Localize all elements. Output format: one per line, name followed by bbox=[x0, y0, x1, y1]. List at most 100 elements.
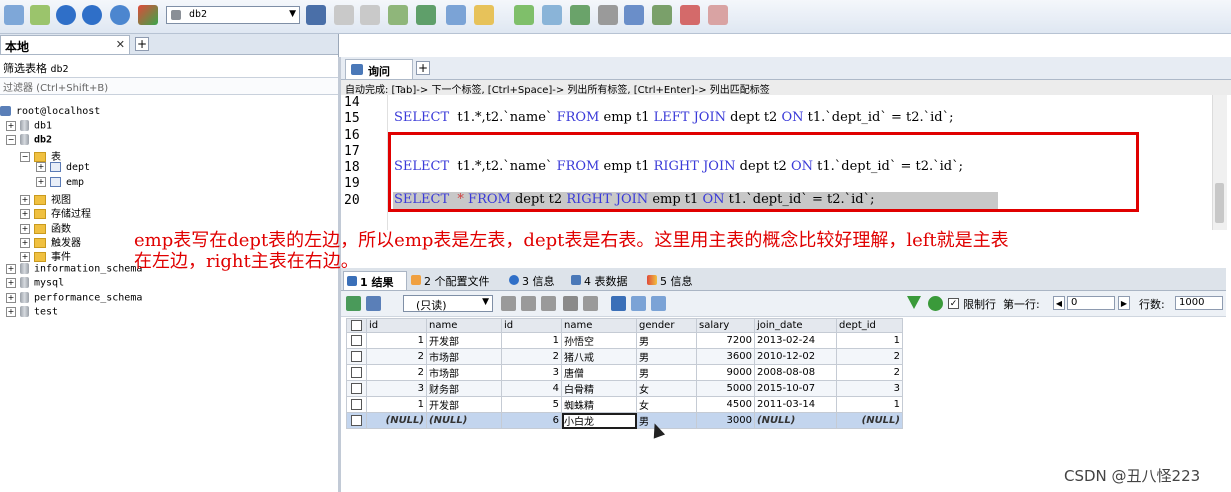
export-icon[interactable] bbox=[416, 5, 436, 25]
grid-cell[interactable]: 1 bbox=[501, 332, 562, 349]
disconnect-icon[interactable] bbox=[30, 5, 50, 25]
column-header-name[interactable]: name bbox=[561, 318, 637, 333]
grid-cell[interactable]: 2 bbox=[836, 348, 903, 365]
column-header-salary[interactable]: salary bbox=[696, 318, 755, 333]
filter-icon[interactable] bbox=[907, 296, 921, 309]
grid-cell[interactable]: 男 bbox=[636, 412, 697, 429]
grid-cell[interactable]: 4 bbox=[501, 380, 562, 397]
grid-cell[interactable]: 2008-08-08 bbox=[754, 364, 837, 381]
database-select[interactable]: db2 ▼ bbox=[166, 6, 300, 24]
grid-cell[interactable]: 2015-10-07 bbox=[754, 380, 837, 397]
expand-icon[interactable]: + bbox=[6, 120, 16, 131]
prev-page-button[interactable]: ◀ bbox=[1053, 296, 1065, 310]
grid-cell[interactable]: 猪八戒 bbox=[561, 348, 637, 365]
grid-cell[interactable]: 1 bbox=[366, 332, 427, 349]
tree-item-6[interactable]: + 视图 bbox=[20, 191, 71, 206]
next-page-button[interactable]: ▶ bbox=[1118, 296, 1130, 310]
cancel-icon[interactable] bbox=[583, 296, 598, 311]
grid-cell[interactable]: (NULL) bbox=[836, 412, 903, 429]
row-checkbox[interactable] bbox=[346, 364, 367, 381]
expand-icon[interactable]: + bbox=[6, 306, 16, 317]
tree-item-4[interactable]: + dept bbox=[36, 162, 90, 176]
scrollbar-thumb[interactable] bbox=[1215, 183, 1224, 223]
tab-local[interactable]: 本地 ✕ bbox=[0, 35, 130, 54]
table-row[interactable]: 1 开发部 1 孙悟空男 7200 2013-02-24 1 bbox=[346, 332, 903, 349]
tree-item-10[interactable]: + 事件 bbox=[20, 248, 71, 263]
expand-icon[interactable]: + bbox=[6, 263, 16, 274]
grid-cell[interactable]: 市场部 bbox=[426, 364, 502, 381]
column-header-id[interactable]: id bbox=[366, 318, 427, 333]
grid-cell[interactable]: 财务部 bbox=[426, 380, 502, 397]
grid-cell[interactable]: 孙悟空 bbox=[561, 332, 637, 349]
expand-icon[interactable]: + bbox=[20, 252, 30, 262]
tab-table-data[interactable]: 4 表数据 bbox=[571, 271, 628, 289]
row-checkbox[interactable] bbox=[346, 348, 367, 365]
table-row[interactable]: 2 市场部 3 唐僧男 9000 2008-08-08 2 bbox=[346, 364, 903, 381]
user-icon[interactable] bbox=[306, 5, 326, 25]
column-header-name[interactable]: name bbox=[426, 318, 502, 333]
sync-icon[interactable] bbox=[514, 5, 534, 25]
grid-view-icon[interactable] bbox=[611, 296, 626, 311]
add-query-tab-button[interactable]: + bbox=[416, 61, 430, 75]
tree-item-11[interactable]: + information_schema bbox=[6, 263, 142, 277]
tree-item-5[interactable]: + emp bbox=[36, 177, 84, 191]
grid-cell[interactable]: 2013-02-24 bbox=[754, 332, 837, 349]
grid-cell[interactable]: 3 bbox=[836, 380, 903, 397]
collapse-icon[interactable]: − bbox=[20, 152, 30, 162]
grid-cell[interactable]: 2011-03-14 bbox=[754, 396, 837, 413]
add-row-icon[interactable] bbox=[346, 296, 361, 311]
grid-cell[interactable]: 女 bbox=[636, 380, 697, 397]
column-header-id[interactable]: id bbox=[501, 318, 562, 333]
column-header-join_date[interactable]: join_date bbox=[754, 318, 837, 333]
row-checkbox[interactable] bbox=[346, 412, 367, 429]
restore-icon[interactable] bbox=[360, 5, 380, 25]
grid-cell[interactable]: 2 bbox=[366, 364, 427, 381]
grid-cell[interactable]: 唐僧 bbox=[561, 364, 637, 381]
form-view-icon[interactable] bbox=[631, 296, 646, 311]
grid-cell[interactable]: 1 bbox=[366, 396, 427, 413]
grid-cell[interactable]: 2 bbox=[836, 364, 903, 381]
editor-scrollbar[interactable] bbox=[1212, 95, 1227, 230]
grid-cell[interactable]: 3000 bbox=[696, 412, 755, 429]
grid-cell[interactable]: 男 bbox=[636, 364, 697, 381]
grid-cell[interactable]: 9000 bbox=[696, 364, 755, 381]
grid-cell[interactable]: 蜘蛛精 bbox=[561, 396, 637, 413]
rows-input[interactable]: 1000 bbox=[1175, 296, 1223, 310]
save-icon[interactable] bbox=[541, 296, 556, 311]
expand-icon[interactable]: + bbox=[6, 292, 16, 303]
grid-cell[interactable]: (NULL) bbox=[754, 412, 837, 429]
export-icon[interactable] bbox=[366, 296, 381, 311]
row-checkbox[interactable] bbox=[346, 380, 367, 397]
tab-result-1[interactable]: 1 结果 bbox=[343, 271, 407, 290]
grid-cell[interactable]: 2 bbox=[366, 348, 427, 365]
favorites-icon[interactable] bbox=[138, 5, 158, 25]
grid-cell[interactable]: 3 bbox=[501, 364, 562, 381]
edit-mode-select[interactable]: (只读) ▼ bbox=[403, 295, 493, 312]
query-builder-icon[interactable] bbox=[570, 5, 590, 25]
import-icon[interactable] bbox=[388, 5, 408, 25]
limit-checkbox[interactable]: ✓ bbox=[948, 298, 959, 309]
tree-item-9[interactable]: + 触发器 bbox=[20, 234, 81, 249]
grid-cell[interactable]: 3600 bbox=[696, 348, 755, 365]
grid-cell[interactable]: 7200 bbox=[696, 332, 755, 349]
grid-cell[interactable]: 男 bbox=[636, 348, 697, 365]
settings-icon[interactable] bbox=[708, 5, 728, 25]
add-tab-button[interactable]: + bbox=[135, 37, 149, 51]
grid-cell[interactable]: 2 bbox=[501, 348, 562, 365]
grid-cell[interactable]: 1 bbox=[836, 396, 903, 413]
first-row-input[interactable]: 0 bbox=[1067, 296, 1115, 310]
table-row[interactable]: 1 开发部 5 蜘蛛精女 4500 2011-03-14 1 bbox=[346, 396, 903, 413]
grid-cell[interactable]: 女 bbox=[636, 396, 697, 413]
grid-cell[interactable]: 3 bbox=[366, 380, 427, 397]
tree-item-0[interactable]: root@localhost bbox=[0, 106, 100, 120]
row-checkbox[interactable] bbox=[346, 396, 367, 413]
expand-icon[interactable]: + bbox=[36, 162, 46, 172]
run-all-icon[interactable] bbox=[82, 5, 102, 25]
notifications-icon[interactable] bbox=[624, 5, 644, 25]
collapse-icon[interactable]: − bbox=[6, 134, 16, 145]
tree-item-12[interactable]: + mysql bbox=[6, 277, 64, 291]
close-icon[interactable]: ✕ bbox=[116, 38, 125, 51]
grid-cell[interactable]: 市场部 bbox=[426, 348, 502, 365]
expand-icon[interactable]: + bbox=[36, 177, 46, 187]
filter-input[interactable]: 过滤器 (Ctrl+Shift+B) bbox=[0, 77, 338, 95]
